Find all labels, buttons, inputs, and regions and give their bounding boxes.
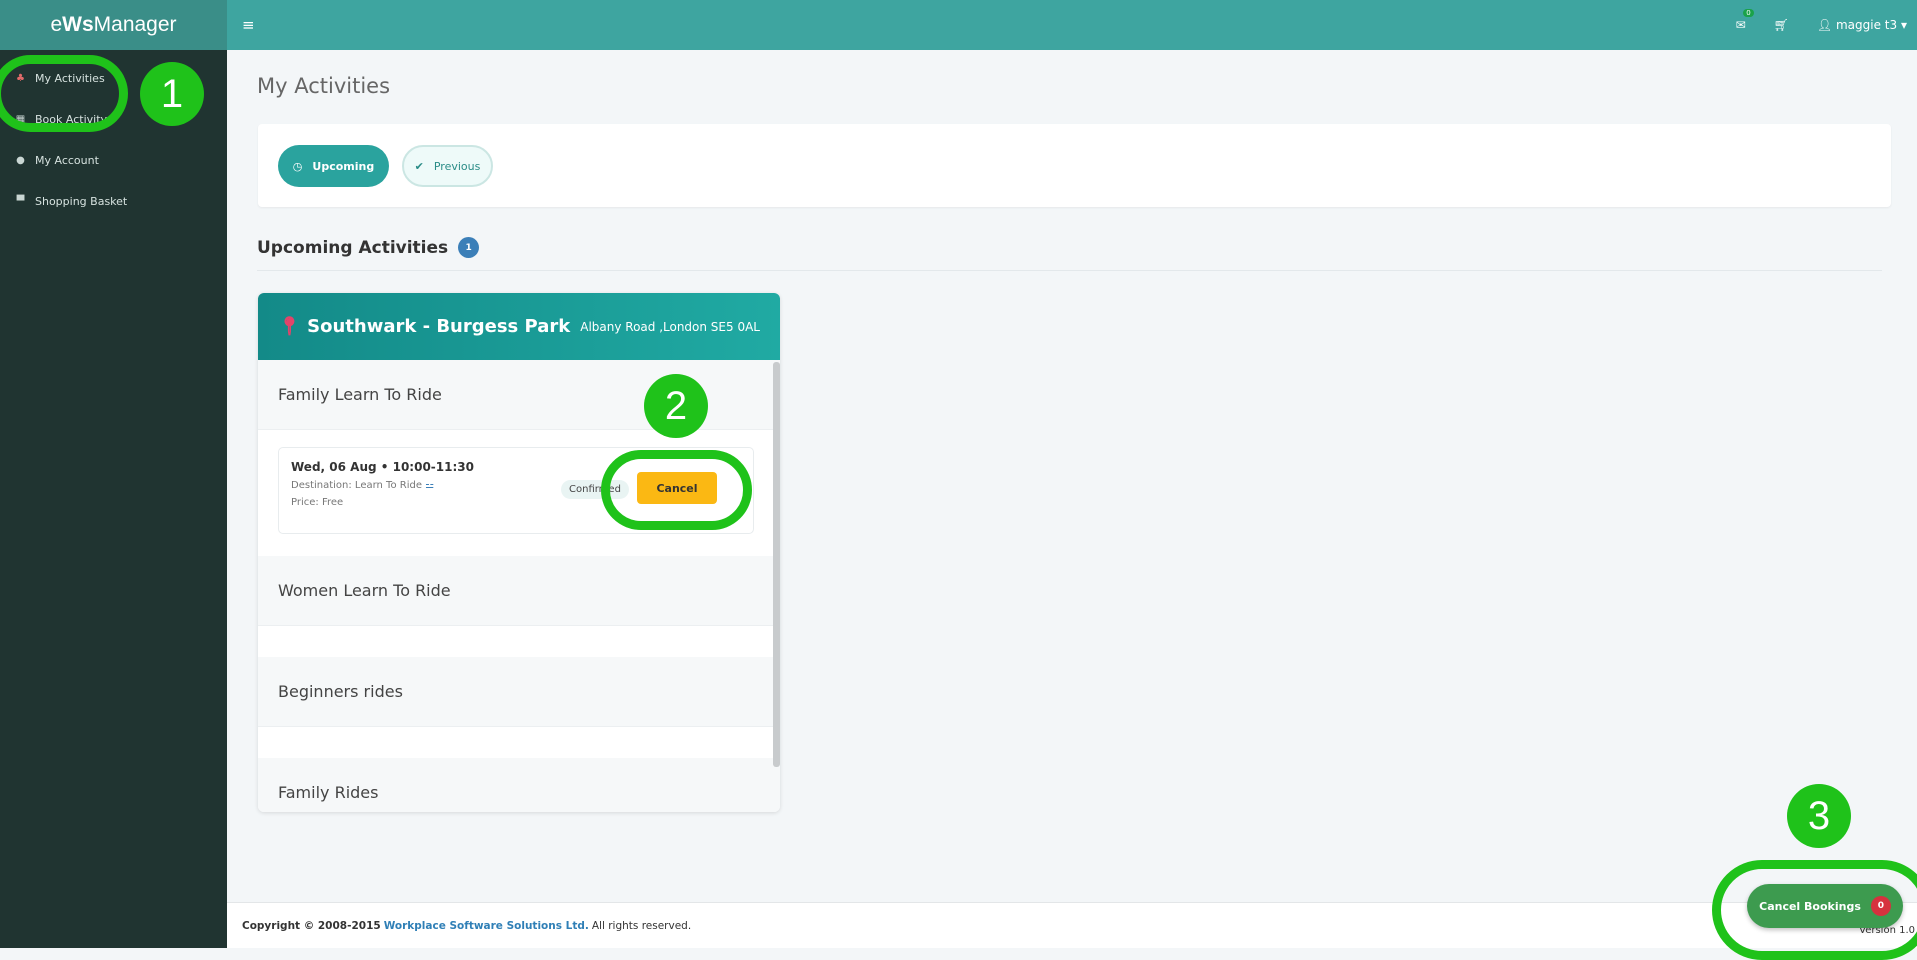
brand-bold: Ws bbox=[62, 13, 94, 36]
page-title: My Activities bbox=[257, 74, 391, 98]
user-icon: ● bbox=[16, 155, 25, 166]
clock-icon: ◷ bbox=[292, 159, 303, 173]
session-destination: Destination: Learn To Ride bbox=[291, 480, 422, 491]
annotation-ring bbox=[1712, 860, 1917, 960]
activity-title: Women Learn To Ride bbox=[258, 556, 780, 626]
main-content: My Activities ◷ Upcoming ✔ Previous Upcomi… bbox=[227, 50, 1917, 902]
scrollbar[interactable] bbox=[773, 362, 780, 767]
tabs-panel: ◷ Upcoming ✔ Previous bbox=[258, 124, 1891, 207]
sidebar-item-label: My Account bbox=[35, 154, 99, 167]
activity-title: Family Rides bbox=[258, 758, 780, 812]
mail-icon: ✉ bbox=[1735, 18, 1746, 32]
venue-header: 📍︎ Southwark - Burgess Park Albany Road … bbox=[258, 293, 780, 360]
annotation-number: 2 bbox=[644, 374, 708, 438]
tab-previous[interactable]: ✔ Previous bbox=[402, 145, 493, 187]
count-badge: 1 bbox=[458, 237, 480, 258]
check-circle-icon: ✔ bbox=[414, 159, 424, 173]
divider bbox=[257, 270, 1882, 271]
sidebar-item-my-account[interactable]: ● My Account bbox=[0, 140, 227, 181]
cart-icon: ▀ bbox=[16, 196, 25, 207]
sidebar-item-shopping-basket[interactable]: ▀ Shopping Basket bbox=[0, 181, 227, 222]
annotation-number: 1 bbox=[140, 62, 204, 126]
tab-upcoming[interactable]: ◷ Upcoming bbox=[278, 145, 389, 187]
messages-button[interactable]: ✉ 0 bbox=[1735, 9, 1754, 32]
section-title: Upcoming Activities bbox=[257, 237, 449, 258]
activity-title: Beginners rides bbox=[258, 657, 780, 727]
annotation-number: 3 bbox=[1787, 784, 1851, 848]
map-pin-icon: 📍︎ bbox=[278, 316, 301, 337]
brand-suffix: Manager bbox=[93, 13, 177, 36]
tab-label: Upcoming bbox=[312, 159, 375, 173]
sidebar-item-label: Shopping Basket bbox=[35, 195, 128, 208]
user-name: maggie t3 bbox=[1835, 18, 1898, 32]
venue-name: Southwark - Burgess Park bbox=[307, 316, 571, 337]
sidebar: e Ws Manager ♣ My Activities ▦ Book Activity… bbox=[0, 0, 227, 948]
venue-address: Albany Road ,London SE5 0AL bbox=[580, 319, 760, 334]
venue-card: 📍︎ Southwark - Burgess Park Albany Road … bbox=[258, 293, 780, 812]
tab-label: Previous bbox=[433, 159, 481, 173]
section-heading: Upcoming Activities 1 bbox=[257, 237, 480, 258]
company-link[interactable]: Workplace Software Solutions Ltd. bbox=[384, 920, 589, 932]
brand-prefix: e bbox=[50, 13, 63, 36]
mail-count-badge: 0 bbox=[1743, 9, 1754, 17]
annotation-ring bbox=[0, 55, 128, 132]
signpost-icon: ⚍ bbox=[425, 480, 435, 491]
menu-toggle-icon[interactable]: ≡ bbox=[242, 16, 255, 34]
user-icon: 👤︎ bbox=[1816, 18, 1833, 32]
cart-icon[interactable]: 🛒︎ bbox=[1774, 18, 1789, 32]
footer: Copyright © 2008-2015 Workplace Software … bbox=[227, 902, 1917, 948]
caret-down-icon: ▾ bbox=[1900, 18, 1907, 32]
annotation-ring bbox=[601, 450, 752, 530]
user-menu[interactable]: 👤︎ maggie t3 ▾ bbox=[1817, 18, 1907, 32]
copyright: Copyright © 2008-2015 bbox=[242, 919, 381, 932]
rights-text: All rights reserved. bbox=[591, 919, 692, 932]
brand-logo[interactable]: e Ws Manager bbox=[0, 0, 227, 50]
top-bar: ≡ ✉ 0 🛒︎ 👤︎ maggie t3 ▾ bbox=[227, 0, 1917, 50]
